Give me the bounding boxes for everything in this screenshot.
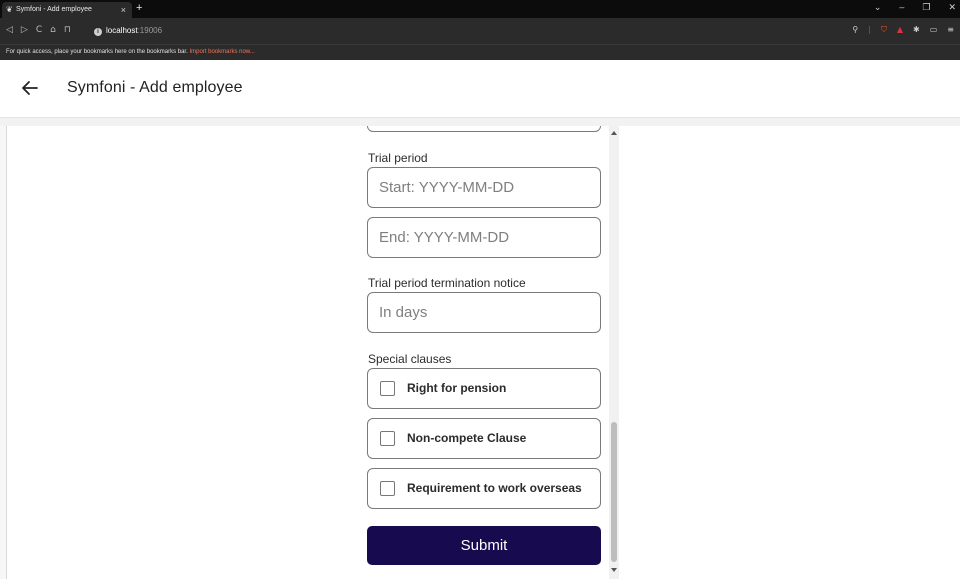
previous-input-field[interactable] [367, 126, 601, 132]
reload-icon[interactable]: C [36, 24, 42, 36]
employee-form: Trial period Start: YYYY-MM-DD End: YYYY… [367, 126, 601, 579]
scroll-up-icon[interactable] [611, 131, 617, 135]
form-scrollbar[interactable] [609, 126, 619, 579]
bookmarks-bar: For quick access, place your bookmarks h… [0, 44, 960, 60]
browser-tab-title: Symfoni - Add employee [16, 6, 92, 13]
url-port: :19006 [137, 26, 163, 35]
bookmark-icon[interactable]: ⊓ [64, 24, 71, 36]
bookmarks-hint: For quick access, place your bookmarks h… [6, 49, 188, 55]
clause-non-compete-checkbox[interactable]: Non-compete Clause [367, 418, 601, 459]
page-title: Symfoni - Add employee [67, 79, 243, 96]
app-header: Symfoni - Add employee [0, 60, 960, 118]
back-nav-icon[interactable]: ◁ [6, 24, 13, 36]
clause-overseas-checkbox[interactable]: Requirement to work overseas [367, 468, 601, 509]
home-icon[interactable]: ⌂ [50, 24, 56, 36]
nav-buttons: ◁ ▷ C ⌂ ⊓ [6, 24, 71, 36]
browser-tab[interactable]: ❦ Symfoni - Add employee × [2, 2, 132, 18]
termination-notice-label: Trial period termination notice [368, 276, 526, 290]
submit-button[interactable]: Submit [367, 526, 601, 565]
new-tab-button[interactable]: + [136, 1, 142, 15]
brave-shield-icon[interactable]: ⛉ [881, 23, 887, 37]
checkbox-icon [380, 381, 395, 396]
trial-start-input[interactable]: Start: YYYY-MM-DD [367, 167, 601, 208]
back-arrow-icon[interactable] [20, 78, 40, 98]
import-bookmarks-link[interactable]: Import bookmarks now... [189, 49, 254, 55]
checkbox-icon [380, 431, 395, 446]
site-info-icon[interactable]: i [94, 28, 102, 36]
checkbox-icon [380, 481, 395, 496]
tab-search-icon[interactable]: ⌄ [874, 2, 882, 16]
tab-close-icon[interactable]: × [121, 2, 126, 18]
divider: | [868, 25, 871, 34]
minimize-icon[interactable]: – [899, 2, 904, 16]
extensions-icon[interactable]: ✱ [913, 23, 920, 37]
header-shadow-band [0, 118, 960, 126]
forward-nav-icon[interactable]: ▷ [21, 24, 28, 36]
clause-label: Non-compete Clause [407, 431, 527, 445]
menu-icon[interactable]: ≡ [947, 23, 954, 37]
left-panel-edge [0, 126, 7, 579]
close-window-icon[interactable]: ✕ [948, 2, 956, 16]
trial-period-label: Trial period [368, 151, 428, 165]
special-clauses-label: Special clauses [368, 352, 452, 366]
clause-label: Right for pension [407, 381, 507, 395]
url-host: localhost [106, 26, 138, 35]
zoom-icon[interactable]: ⚲ [852, 23, 858, 37]
trial-end-input[interactable]: End: YYYY-MM-DD [367, 217, 601, 258]
rewards-icon[interactable]: ▲ [897, 23, 903, 37]
termination-notice-input[interactable]: In days [367, 292, 601, 333]
browser-tab-bar: ❦ Symfoni - Add employee × + ⌄ – ❐ ✕ [0, 0, 960, 18]
browser-toolbar: ◁ ▷ C ⌂ ⊓ i localhost:19006 ⚲ | ⛉ ▲ ✱ ▭ ≡ [0, 18, 960, 44]
address-bar[interactable]: i localhost:19006 [94, 24, 162, 38]
scroll-down-icon[interactable] [611, 568, 617, 572]
clause-pension-checkbox[interactable]: Right for pension [367, 368, 601, 409]
clause-label: Requirement to work overseas [407, 481, 582, 495]
window-controls: ⌄ – ❐ ✕ [874, 2, 956, 16]
extension-icons: ⚲ | ⛉ ▲ ✱ ▭ ≡ [852, 23, 954, 37]
sidebar-icon[interactable]: ▭ [930, 23, 938, 37]
scroll-thumb[interactable] [611, 422, 617, 562]
app-favicon-icon: ❦ [6, 5, 13, 14]
restore-icon[interactable]: ❐ [922, 2, 930, 16]
